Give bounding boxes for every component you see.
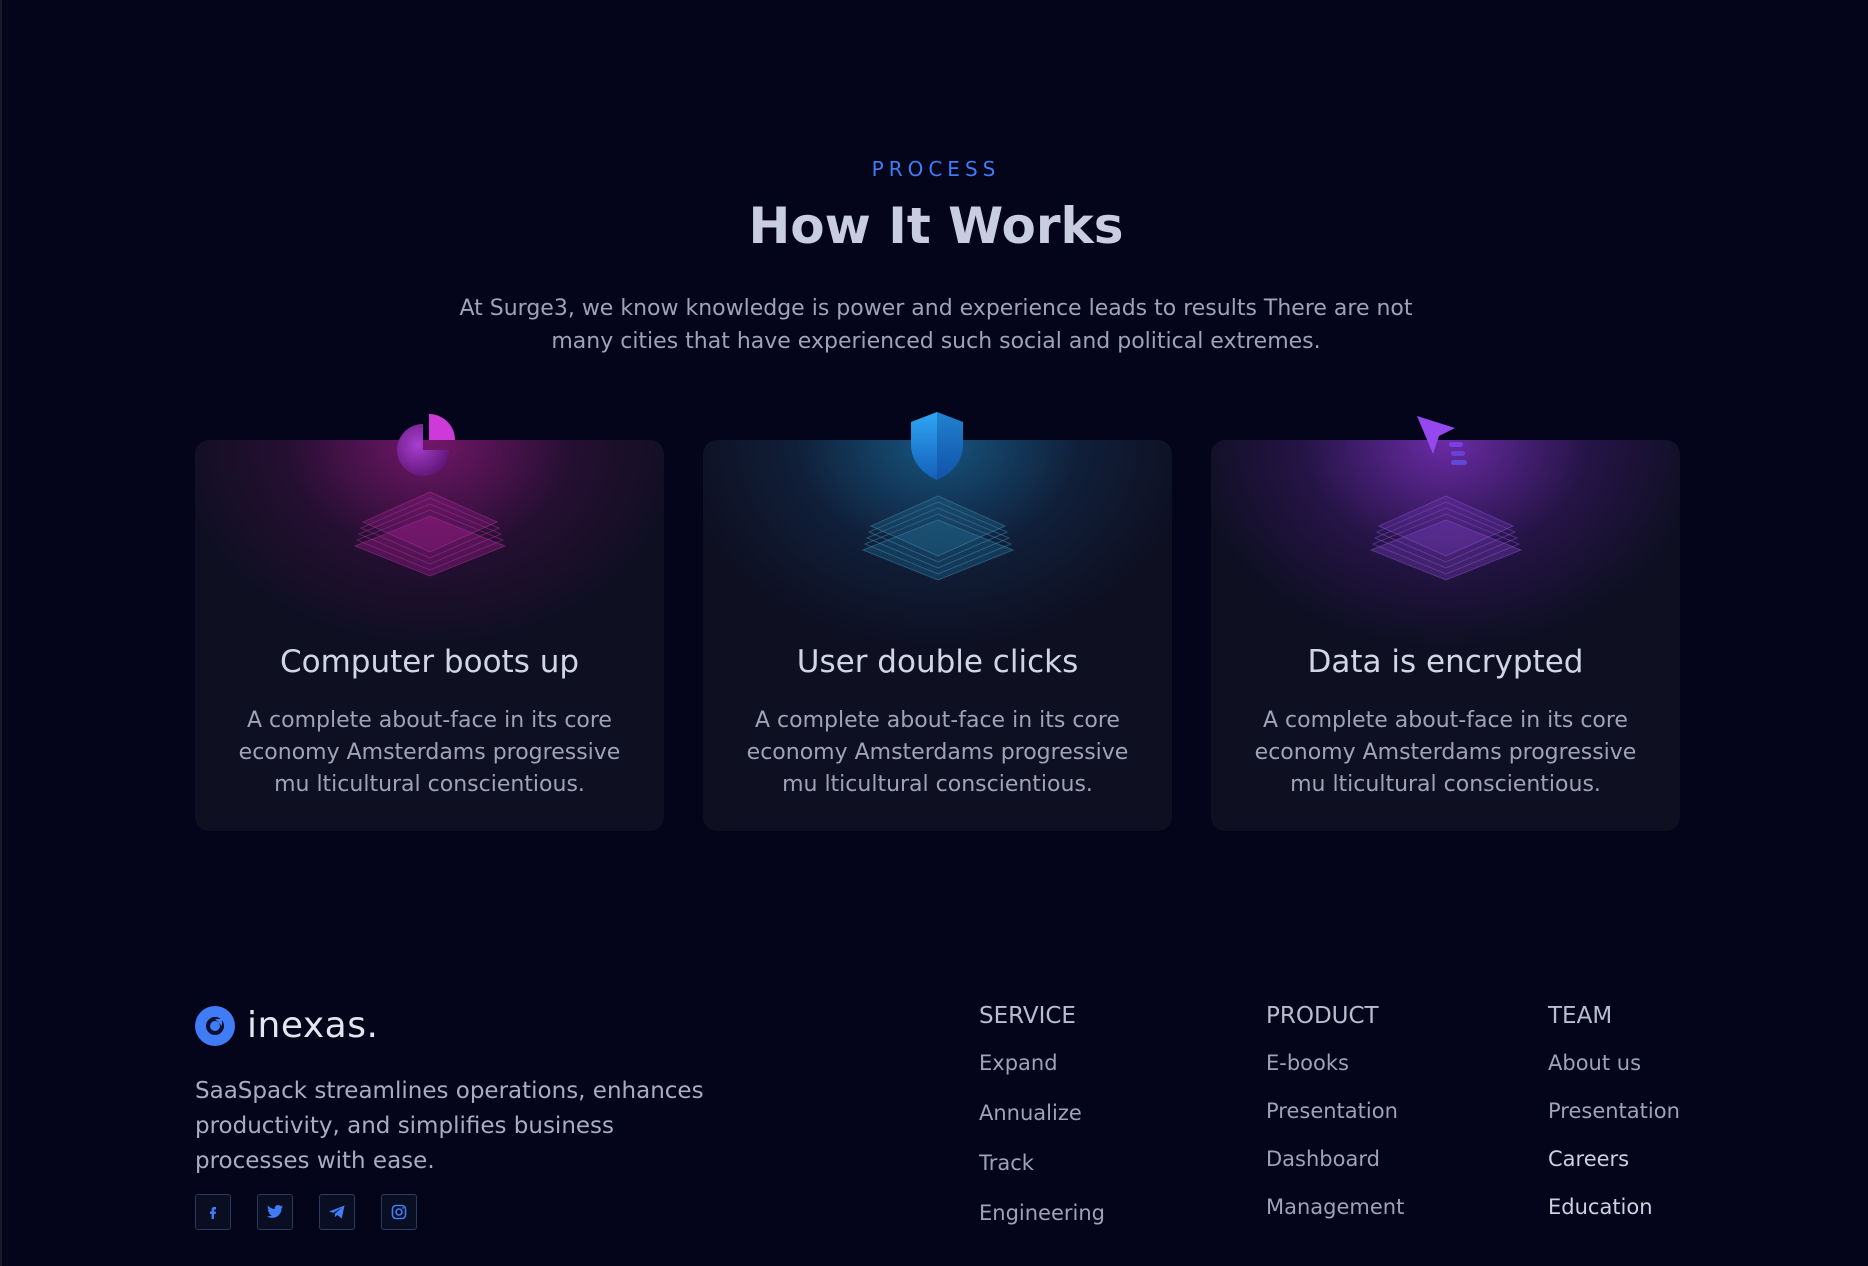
- footer-column-heading: SERVICE: [979, 1003, 1076, 1029]
- brand-logo-icon: [195, 1005, 235, 1046]
- layers-illustration: [1369, 495, 1523, 581]
- footer-link[interactable]: Presentation: [1266, 1099, 1404, 1123]
- footer-link[interactable]: About us: [1548, 1051, 1680, 1075]
- process-card: Data is encrypted A complete about-face …: [1211, 416, 1680, 831]
- instagram-icon[interactable]: [381, 1194, 417, 1230]
- brand-description: SaaSpack streamlines operations, enhance…: [195, 1078, 704, 1174]
- section-eyebrow: PROCESS: [871, 157, 1001, 181]
- card-title: User double clicks: [796, 644, 1079, 680]
- telegram-icon[interactable]: [319, 1194, 355, 1230]
- footer-link[interactable]: Dashboard: [1266, 1147, 1404, 1171]
- footer-link[interactable]: Management: [1266, 1195, 1404, 1219]
- section-subtitle: At Surge3, we know knowledge is power an…: [459, 296, 1413, 354]
- footer-link[interactable]: Careers: [1548, 1147, 1680, 1171]
- footer-link[interactable]: E-books: [1266, 1051, 1404, 1075]
- card-text: A complete about-face in its core econom…: [746, 708, 1129, 797]
- page: PROCESS How It Works At Surge3, we know …: [0, 0, 1868, 1266]
- pie-chart-icon: [389, 406, 469, 486]
- footer-column-heading: TEAM: [1548, 1003, 1613, 1029]
- card-text: A complete about-face in its core econom…: [1254, 708, 1637, 797]
- footer-brand[interactable]: inexas.: [195, 1005, 378, 1046]
- footer-column-team: TEAM About us Presentation Careers Educa…: [1548, 1003, 1680, 1219]
- footer-link[interactable]: Engineering: [979, 1201, 1105, 1225]
- footer-link[interactable]: Presentation: [1548, 1099, 1680, 1123]
- footer-link[interactable]: Expand: [979, 1051, 1105, 1075]
- footer-column-service: SERVICE Expand Annualize Track Engineeri…: [979, 1003, 1105, 1225]
- cursor-icon: [1405, 406, 1485, 486]
- process-card: Computer boots up A complete about-face …: [195, 414, 664, 831]
- footer-column-product: PRODUCT E-books Presentation Dashboard M…: [1266, 1003, 1404, 1219]
- twitter-icon[interactable]: [257, 1194, 293, 1230]
- card-title: Data is encrypted: [1307, 644, 1584, 680]
- footer-link[interactable]: Annualize: [979, 1101, 1105, 1125]
- section-title: How It Works: [748, 197, 1124, 255]
- layers-illustration: [861, 495, 1015, 581]
- card-title: Computer boots up: [279, 644, 580, 680]
- brand-name: inexas.: [247, 1005, 379, 1046]
- footer-link[interactable]: Education: [1548, 1195, 1680, 1219]
- footer-column-heading: PRODUCT: [1266, 1003, 1379, 1029]
- shield-icon: [897, 406, 977, 486]
- facebook-icon[interactable]: [195, 1194, 231, 1230]
- card-text: A complete about-face in its core econom…: [238, 708, 621, 797]
- footer-link[interactable]: Track: [979, 1151, 1105, 1175]
- layers-illustration: [353, 491, 507, 577]
- social-links: [195, 1194, 417, 1230]
- process-card: User double clicks A complete about-face…: [703, 412, 1172, 831]
